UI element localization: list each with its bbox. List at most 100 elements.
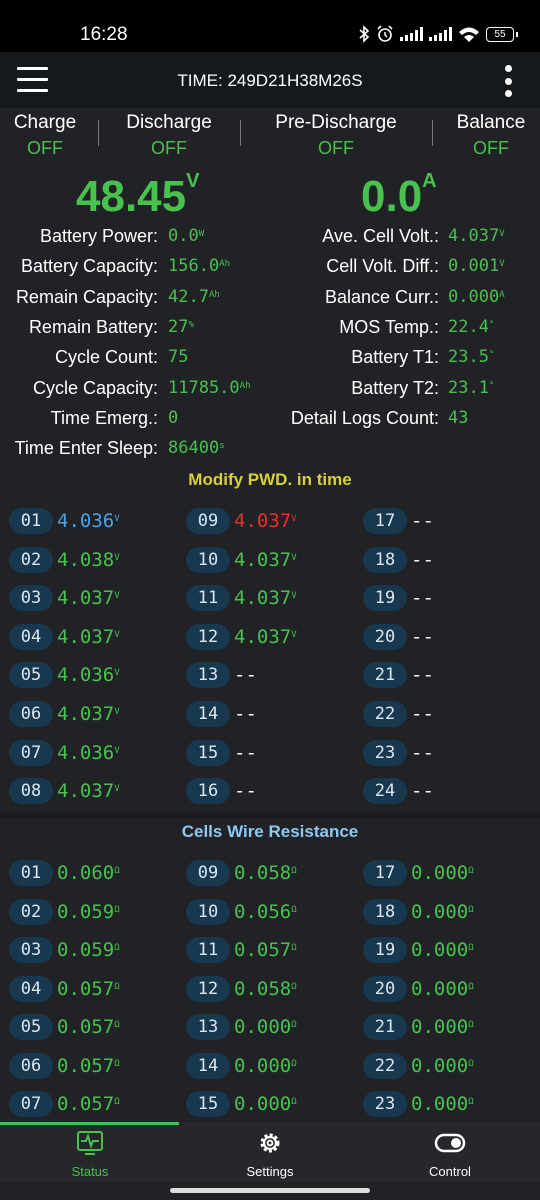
cell-number-badge: 02 (9, 898, 53, 925)
nav-status[interactable]: Status (0, 1130, 180, 1179)
cell-number-badge: 06 (9, 701, 53, 727)
switch-label: Discharge (126, 112, 212, 133)
cell-value: -- (411, 740, 434, 766)
info-value: 27% (168, 312, 194, 342)
cell-number-badge: 20 (363, 975, 407, 1002)
info-value-number: 43 (448, 407, 469, 428)
pre-discharge-status: Pre-Discharge OFF (262, 108, 410, 159)
cell-value-unit: V (291, 552, 297, 563)
cell-number-badge: 11 (186, 937, 230, 963)
info-row: Time Emerg.: (0, 403, 158, 433)
info-value-number: 0 (168, 407, 179, 428)
total-current-unit: A (422, 170, 437, 192)
cell-number-badge: 17 (363, 860, 407, 886)
cell-value-number: 4.037 (234, 587, 292, 610)
info-value-unit: V (499, 229, 505, 239)
cell-value-number: 0.059 (57, 900, 115, 923)
info-label: Time Enter Sleep: (14, 438, 158, 459)
more-options-icon[interactable] (505, 65, 513, 97)
cell-value-unit: Ω (114, 981, 120, 992)
system-status-bar: 16:28 55 (0, 0, 540, 52)
cell-value-number: -- (234, 664, 257, 687)
divider (432, 120, 433, 146)
nav-control[interactable]: Control (360, 1130, 540, 1179)
cell-number-badge: 12 (186, 623, 230, 650)
cell-value-number: 0.000 (234, 1016, 292, 1038)
nav-label: Control (429, 1164, 471, 1179)
toggle-icon (434, 1133, 466, 1153)
cell-value-number: 0.058 (234, 862, 292, 884)
cell-value: 0.000Ω (234, 1091, 297, 1117)
info-value-unit: V (499, 259, 505, 270)
cell-value-unit: V (114, 784, 120, 795)
info-value: 75 (168, 342, 188, 372)
cell-value-number: -- (411, 664, 434, 687)
cell-value: -- (234, 701, 257, 727)
cell-value: -- (411, 547, 434, 573)
cell-number-badge: 10 (186, 898, 230, 925)
info-value: 43 (448, 403, 468, 433)
nav-active-indicator (0, 1122, 179, 1125)
cell-number-badge: 15 (186, 739, 230, 766)
cell-value-number: 0.000 (411, 1054, 469, 1077)
total-voltage-unit: V (186, 170, 200, 192)
info-value: 4.037V (448, 221, 505, 251)
cell-number-badge: 06 (9, 1052, 53, 1079)
status-icons: 55 (358, 22, 518, 46)
cell-value-unit: Ω (468, 1097, 474, 1107)
info-value: 23.5° (448, 342, 494, 372)
info-row: Cycle Count: (0, 342, 158, 372)
cell-number-badge: 04 (9, 623, 53, 650)
cell-value: 4.037V (234, 547, 297, 573)
info-value: 0.000A (448, 282, 505, 312)
cell-number-badge: 22 (363, 701, 407, 727)
cell-value-unit: V (114, 745, 120, 756)
nav-label: Status (71, 1164, 109, 1179)
cell-value-number: 4.037 (57, 625, 115, 648)
info-label: Ave. Cell Volt.: (322, 226, 439, 246)
info-label: Balance Curr.: (324, 286, 439, 307)
info-row: Remain Battery: (0, 312, 158, 342)
cell-value: 0.056Ω (234, 899, 297, 925)
info-value-number: 22.4 (448, 316, 489, 337)
nav-settings[interactable]: Settings (180, 1130, 360, 1179)
home-gesture-bar[interactable] (170, 1188, 370, 1193)
cell-value-unit: Ω (114, 1058, 120, 1069)
info-label: Detail Logs Count: (290, 407, 439, 428)
wifi-icon (459, 27, 479, 42)
cell-value-unit: V (114, 591, 120, 602)
cell-value-number: -- (411, 625, 434, 648)
cell-value-number: -- (411, 703, 434, 725)
cell-number-badge: 15 (186, 1091, 230, 1117)
info-value: 0.001V (448, 251, 505, 281)
page-title: TIME: 249D21H38M26S (177, 71, 363, 90)
cell-value: 0.058Ω (234, 976, 297, 1002)
cell-value-unit: V (114, 514, 120, 524)
cell-value-number: 4.036 (57, 741, 115, 764)
info-row: Battery Power: (0, 221, 158, 251)
cell-number-badge: 13 (186, 1014, 230, 1040)
cell-value-unit: Ω (291, 1097, 297, 1107)
cell-value: 0.000Ω (411, 1091, 474, 1117)
cell-number-badge: 03 (9, 585, 53, 612)
cell-value-unit: V (114, 668, 120, 679)
cell-value: 0.059Ω (57, 937, 120, 963)
modify-pwd-title[interactable]: Modify PWD. in time (0, 470, 540, 490)
cell-value-number: 4.038 (57, 548, 115, 571)
info-value-number: 0.0 (168, 226, 199, 246)
cell-value-number: -- (411, 510, 434, 532)
cell-value-unit: Ω (468, 943, 474, 953)
discharge-status: Discharge OFF (110, 108, 228, 159)
cell-number-badge: 07 (9, 1091, 53, 1117)
info-value-number: 0.001 (448, 256, 500, 277)
cell-value: 0.057Ω (57, 1091, 120, 1117)
battery-icon: 55 (486, 26, 518, 42)
cell-value-unit: Ω (291, 981, 297, 992)
cell-number-badge: 03 (9, 937, 53, 963)
cell-value-unit: Ω (291, 1020, 297, 1030)
total-current-value: 0.0 (361, 172, 423, 221)
section-divider (0, 812, 540, 818)
divider (240, 120, 241, 146)
cell-value-unit: Ω (114, 866, 120, 876)
info-value-unit: W (198, 229, 205, 239)
